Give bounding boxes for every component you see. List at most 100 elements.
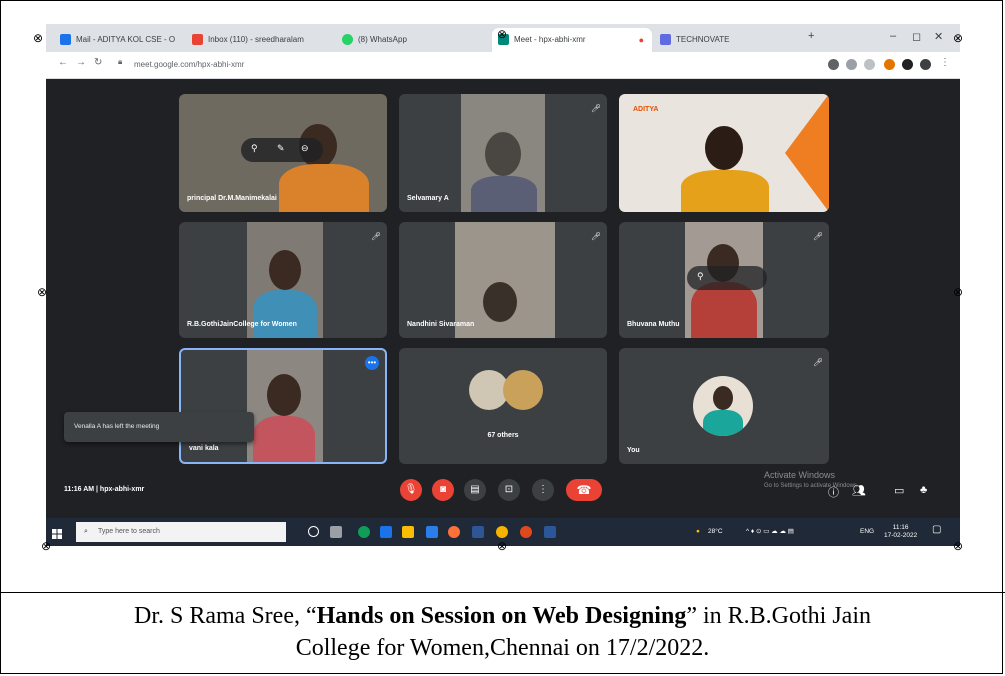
participant-video [267,374,301,416]
self-tile[interactable]: 🎤︎ You [619,348,829,464]
resize-handle-icon[interactable]: ⊗ [952,286,964,298]
participant-video [253,290,317,338]
tab-meet[interactable]: Meet - hpx-abhi-xmr ● [492,28,652,52]
resize-handle-icon[interactable]: ⊗ [952,540,964,552]
windows-start-icon[interactable] [52,526,62,539]
caption-text: ” in R.B.Gothi Jain [686,603,871,629]
puzzle-icon[interactable] [902,59,913,70]
end-call-button[interactable]: ☎ [566,479,602,501]
address-bar: ← → ↻ 🔒︎ meet.google.com/hpx-abhi-xmr ⋮ [46,52,960,79]
mic-toggle-button[interactable]: 🎙︎ [400,479,422,501]
table-divider [0,592,1005,593]
others-avatar [503,370,543,410]
participant-tile-speaking[interactable]: ••• vani kala [179,348,387,464]
search-placeholder: Type here to search [98,528,160,535]
tab-mail[interactable]: Mail - ADITYA KOL CSE - O [54,28,184,52]
activate-line2: Go to Settings to activate Windows. [764,483,859,489]
activate-line1: Activate Windows [764,470,836,480]
participant-name: Bhuvana Muthu [627,321,680,328]
meeting-screenshot: Mail - ADITYA KOL CSE - O Inbox (110) - … [46,24,960,546]
participant-tile[interactable]: ⚲ 🎤︎ Bhuvana Muthu [619,222,829,338]
share-icon[interactable] [846,59,857,70]
participant-tile[interactable]: 🎤︎ Selvamary A [399,94,607,212]
participant-tile[interactable]: ⚲ ✎ ⊖ principal Dr.M.Manimekalai [179,94,387,212]
bookmark-star-icon[interactable] [864,59,875,70]
reload-icon[interactable]: ↻ [94,57,102,68]
clock[interactable]: 11:16 17-02-2022 [884,524,917,540]
participant-video [269,250,301,290]
participant-tile[interactable]: ADITYA [619,94,829,212]
participant-name: Selvamary A [407,195,449,202]
tab-inbox[interactable]: Inbox (110) - sreedharalam [186,28,334,52]
tab-technovate[interactable]: TECHNOVATE [654,28,804,52]
pin-icon[interactable]: ⚲ [697,271,704,282]
resize-handle-icon[interactable]: ⊗ [496,28,508,40]
close-window-button[interactable]: ✕ [934,30,943,43]
mic-off-icon: 🎤︎ [371,232,382,241]
others-tile[interactable]: 67 others [399,348,607,464]
captions-button[interactable]: ▤ [464,479,486,501]
participant-tile[interactable]: 🎤︎ Nandhini Sivaraman [399,222,607,338]
more-options-button[interactable]: ⋮ [532,479,554,501]
word-icon[interactable] [544,526,556,538]
meeting-time-code: 11:16 AM | hpx-abhi-xmr [64,486,145,493]
notifications-icon[interactable]: ▢ [932,525,941,535]
participant-tile[interactable]: 🎤︎ R.B.GothiJainCollege for Women [179,222,387,338]
new-tab-button[interactable]: + [808,30,814,42]
participant-video [253,416,315,462]
activities-icon[interactable]: ♣ [920,484,927,496]
participant-video [691,282,757,338]
forward-icon[interactable]: → [76,57,86,68]
system-tray-icons[interactable]: ^ ♦ ⊙ ▭ ☁ ☁ ▤ [746,528,794,536]
pin-icon[interactable]: ⚲ [251,143,258,154]
tab-label: Meet - hpx-abhi-xmr [514,35,586,44]
clock-date: 17-02-2022 [884,532,918,539]
remove-icon[interactable]: ⊖ [301,143,309,154]
people-icon[interactable]: 👥︎ [852,484,866,497]
camera-permission-icon[interactable] [828,59,839,70]
firefox-icon[interactable] [448,526,460,538]
notification-toast: Venalla A has left the meeting [64,412,254,442]
participant-video [279,164,369,212]
participant-video [485,132,521,176]
cortana-icon[interactable] [308,526,319,537]
menu-kebab-icon[interactable]: ⋮ [940,57,950,68]
mail-app-icon[interactable] [426,526,438,538]
store-icon[interactable] [380,526,392,538]
resize-handle-icon[interactable]: ⊗ [496,540,508,552]
camera-toggle-button[interactable]: ◙ [432,479,454,501]
caption-line1: Dr. S Rama Sree, “Hands on Session on We… [0,600,1005,632]
maximize-button[interactable]: ◻ [912,30,921,43]
task-view-icon[interactable] [330,526,342,538]
url-field[interactable]: meet.google.com/hpx-abhi-xmr [134,57,244,73]
taskbar-search-input[interactable]: ⌕ Type here to search [76,522,286,542]
clock-time: 11:16 [892,524,909,531]
participant-name: vani kala [189,445,219,452]
info-icon[interactable]: ⓘ [828,484,839,500]
extension-icon[interactable] [884,59,895,70]
file-explorer-icon[interactable] [402,526,414,538]
resize-handle-icon[interactable]: ⊗ [32,32,44,44]
mic-off-icon: 🎤︎ [813,232,824,241]
resize-handle-icon[interactable]: ⊗ [40,540,52,552]
edge-icon[interactable] [358,526,370,538]
profile-avatar[interactable] [920,59,931,70]
shield-app-icon[interactable] [472,526,484,538]
resize-handle-icon[interactable]: ⊗ [952,32,964,44]
gmail-icon [192,34,203,45]
minimize-button[interactable]: – [890,30,896,42]
chrome-icon[interactable] [496,526,508,538]
hover-controls[interactable]: ⚲ ✎ ⊖ [241,138,323,162]
others-count: 67 others [487,432,519,439]
tab-whatsapp[interactable]: (8) WhatsApp [336,28,486,52]
resize-handle-icon[interactable]: ⊗ [36,286,48,298]
mute-icon[interactable]: ✎ [277,143,285,154]
chat-icon[interactable]: ▭ [894,484,904,497]
back-icon[interactable]: ← [58,57,68,68]
language-indicator[interactable]: ENG [860,528,874,536]
firefox-2-icon[interactable] [520,526,532,538]
hover-controls[interactable]: ⚲ [687,266,767,290]
participant-video [681,170,769,212]
present-button[interactable]: ⊡ [498,479,520,501]
caption: Dr. S Rama Sree, “Hands on Session on We… [0,600,1005,664]
